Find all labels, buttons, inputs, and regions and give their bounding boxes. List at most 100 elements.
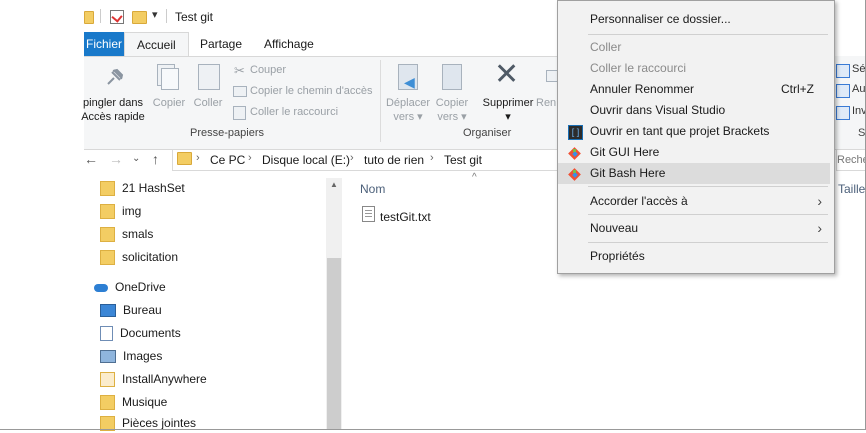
menu-item-nouveau[interactable]: Nouveau › — [558, 218, 830, 239]
folder-icon — [100, 181, 115, 197]
move-to-line2: vers ▾ — [393, 111, 423, 123]
nav-item[interactable]: Images — [100, 346, 162, 366]
nav-item[interactable]: InstallAnywhere — [100, 369, 207, 389]
menu-item-accorder-acces[interactable]: Accorder l'accès à › — [558, 191, 830, 212]
pin-label-line2: Accès rapide — [81, 111, 145, 123]
nav-item[interactable]: solicitation — [100, 247, 178, 267]
breadcrumb-test-git[interactable]: Test git — [444, 153, 482, 167]
menu-item-proprietes[interactable]: Propriétés — [558, 246, 830, 267]
tab-accueil[interactable]: Accueil — [124, 32, 189, 57]
pin-label[interactable]: pingler dans Accès rapide — [78, 96, 148, 124]
copy-to-button[interactable]: Copier vers ▾ — [432, 96, 472, 124]
file-item-name[interactable]: testGit.txt — [380, 210, 431, 224]
menu-item-label: Accorder l'accès à — [590, 194, 688, 208]
nav-item[interactable]: 21 HashSet — [100, 178, 185, 198]
divider — [100, 9, 101, 23]
git-icon — [568, 167, 581, 181]
back-arrow-icon[interactable]: ← — [84, 151, 98, 167]
nav-item-label: solicitation — [122, 250, 179, 264]
move-arrow-icon: ◀ — [404, 74, 415, 90]
forward-arrow-icon[interactable]: → — [109, 151, 123, 167]
nav-item-label: Bureau — [123, 303, 162, 317]
menu-item-label: Ouvrir dans Visual Studio — [590, 103, 726, 117]
select-all-button[interactable]: Sél — [852, 63, 866, 75]
tab-affichage[interactable]: Affichage — [252, 32, 326, 56]
search-input[interactable]: Rechercher dans — [836, 149, 866, 171]
copy-path-button[interactable]: Copier le chemin d'accès — [250, 82, 373, 100]
cut-button[interactable]: Couper — [250, 61, 286, 79]
breadcrumb-disque[interactable]: Disque local (E:) — [262, 153, 350, 167]
sort-up-icon: ^ — [472, 172, 477, 183]
nav-item-label: Documents — [120, 326, 181, 340]
pin-button[interactable] — [104, 66, 126, 91]
nav-item-label: Images — [123, 349, 163, 363]
breadcrumb-ce-pc[interactable]: Ce PC — [210, 153, 245, 167]
column-header-taille[interactable]: Taille — [838, 182, 865, 196]
nav-item[interactable]: Musique — [100, 392, 167, 412]
folder-icon — [100, 204, 115, 220]
nav-item-label: img — [122, 204, 142, 218]
menu-item-label: Annuler Renommer — [590, 82, 695, 96]
paste-button[interactable]: Coller — [190, 96, 226, 110]
copy-to-line2: vers ▾ — [437, 111, 467, 123]
properties-icon[interactable] — [110, 10, 124, 24]
move-to-button[interactable]: Déplacer vers ▾ — [384, 96, 432, 124]
chevron-right-icon: › — [430, 152, 434, 164]
quick-access-dropdown-icon[interactable]: ▾ — [152, 8, 158, 21]
up-arrow-icon[interactable]: ↑ — [152, 151, 159, 167]
copy-to-icon — [442, 64, 462, 90]
nav-item-label: 21 HashSet — [122, 181, 185, 195]
menu-item-coller[interactable]: Coller — [558, 37, 830, 58]
group-label-clipboard: Presse-papiers — [190, 127, 264, 139]
folder-icon — [100, 395, 115, 411]
paste-shortcut-button[interactable]: Coller le raccourci — [250, 103, 338, 121]
new-folder-icon[interactable] — [132, 11, 147, 24]
recent-dropdown-icon[interactable]: ⌄ — [132, 153, 140, 164]
nav-item[interactable]: img — [100, 201, 141, 221]
documents-icon — [100, 326, 113, 342]
menu-item-annuler-renommer[interactable]: Annuler Renommer Ctrl+Z — [558, 79, 830, 100]
column-header-nom[interactable]: Nom — [360, 182, 385, 196]
menu-item-label: Git GUI Here — [590, 145, 660, 159]
copy-button[interactable]: Copier — [150, 96, 188, 110]
chevron-right-icon: › — [196, 152, 200, 164]
nav-item[interactable]: smals — [100, 224, 153, 244]
nav-item-onedrive[interactable]: OneDrive — [94, 277, 166, 297]
tab-fichier[interactable]: Fichier — [84, 32, 124, 56]
delete-dropdown-icon: ▾ — [505, 111, 511, 123]
select-all-icon — [836, 64, 850, 78]
menu-item-label: Ouvrir en tant que projet Brackets — [590, 124, 770, 138]
menu-item-label: Coller — [590, 40, 622, 54]
folder-icon — [100, 250, 115, 266]
scroll-up-icon[interactable]: ▲ — [330, 180, 338, 189]
select-none-button[interactable]: Au — [852, 83, 865, 95]
copy-to-line1: Copier — [435, 97, 469, 109]
menu-item-visual-studio[interactable]: Ouvrir dans Visual Studio — [558, 100, 830, 121]
menu-item-personnaliser[interactable]: Personnaliser ce dossier... — [558, 9, 830, 30]
nav-scrollbar-thumb[interactable] — [327, 258, 341, 430]
nav-item[interactable]: Documents — [100, 323, 181, 343]
chevron-right-icon: › — [817, 220, 822, 236]
invert-selection-button[interactable]: Inv — [852, 105, 866, 117]
menu-item-coller-raccourci[interactable]: Coller le raccourci — [558, 58, 830, 79]
tab-partage[interactable]: Partage — [188, 32, 254, 56]
menu-separator — [588, 34, 828, 35]
chevron-right-icon: › — [350, 152, 354, 164]
nav-item[interactable]: Bureau — [100, 300, 162, 320]
pictures-icon — [100, 350, 116, 364]
nav-item[interactable]: Pièces jointes — [100, 413, 196, 433]
menu-item-brackets[interactable]: [ ] Ouvrir en tant que projet Brackets — [558, 121, 830, 142]
pin-icon — [107, 68, 124, 85]
breadcrumb-tuto[interactable]: tuto de rien — [364, 153, 424, 167]
chevron-right-icon: › — [248, 152, 252, 164]
menu-item-git-gui[interactable]: Git GUI Here — [558, 142, 830, 163]
nav-item-label: InstallAnywhere — [122, 372, 207, 386]
rename-button[interactable]: Ren — [536, 96, 556, 110]
git-icon — [568, 146, 581, 160]
delete-button[interactable]: Supprimer ▾ — [480, 96, 536, 124]
menu-item-git-bash[interactable]: Git Bash Here — [558, 163, 830, 184]
nav-item-label: OneDrive — [115, 280, 166, 294]
copy-path-icon — [233, 86, 247, 97]
nav-item-label: Musique — [122, 395, 168, 409]
delete-label: Supprimer — [482, 97, 534, 109]
